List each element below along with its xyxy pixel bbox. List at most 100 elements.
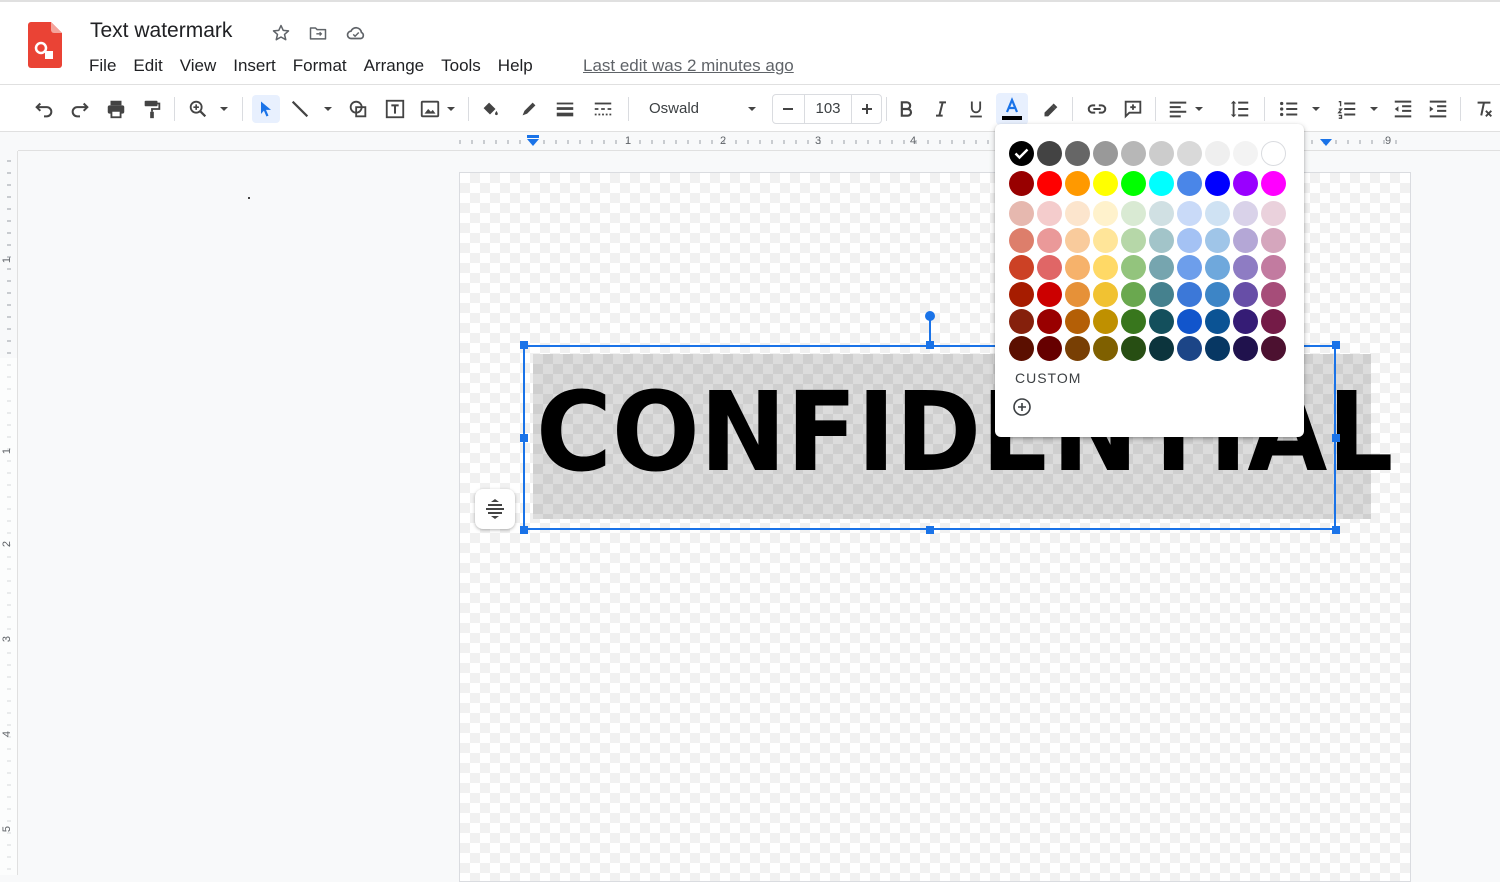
color-swatch[interactable] [1233, 282, 1258, 307]
color-swatch[interactable] [1093, 228, 1118, 253]
add-comment-icon[interactable] [1121, 97, 1145, 121]
highlight-color-icon[interactable] [1038, 97, 1062, 121]
resize-handle[interactable] [520, 434, 528, 442]
redo-icon[interactable] [68, 97, 92, 121]
color-swatch[interactable] [1233, 336, 1258, 361]
color-swatch[interactable] [1233, 201, 1258, 226]
align-icon[interactable] [1166, 97, 1190, 121]
color-swatch[interactable] [1149, 201, 1174, 226]
menu-edit[interactable]: Edit [133, 56, 162, 76]
font-size-input[interactable]: 103 [804, 95, 852, 123]
color-swatch[interactable] [1121, 201, 1146, 226]
color-swatch[interactable] [1037, 228, 1062, 253]
color-swatch[interactable] [1065, 309, 1090, 334]
chevron-down-icon[interactable] [1308, 97, 1324, 121]
color-swatch[interactable] [1093, 309, 1118, 334]
move-folder-icon[interactable] [307, 22, 329, 44]
color-swatch[interactable] [1065, 255, 1090, 280]
insert-image-icon[interactable] [418, 97, 442, 121]
color-swatch[interactable] [1037, 171, 1062, 196]
color-swatch[interactable] [1009, 201, 1034, 226]
color-swatch[interactable] [1009, 228, 1034, 253]
document-title[interactable]: Text watermark [90, 19, 232, 43]
last-edit-link[interactable]: Last edit was 2 minutes ago [583, 56, 794, 76]
clear-formatting-icon[interactable] [1472, 97, 1496, 121]
line-spacing-icon[interactable] [1228, 97, 1252, 121]
color-swatch[interactable] [1149, 309, 1174, 334]
color-swatch[interactable] [1233, 141, 1258, 166]
color-swatch[interactable] [1065, 228, 1090, 253]
color-swatch[interactable] [1261, 309, 1286, 334]
color-swatch[interactable] [1009, 336, 1034, 361]
resize-handle[interactable] [926, 526, 934, 534]
color-swatch[interactable] [1233, 309, 1258, 334]
color-swatch[interactable] [1261, 141, 1286, 166]
border-color-icon[interactable] [517, 97, 541, 121]
color-swatch[interactable] [1261, 282, 1286, 307]
paint-format-icon[interactable] [140, 97, 164, 121]
color-swatch[interactable] [1121, 171, 1146, 196]
rotation-handle[interactable] [925, 311, 935, 321]
color-swatch[interactable] [1037, 336, 1062, 361]
color-swatch[interactable] [1177, 141, 1202, 166]
slides-logo-icon[interactable] [28, 22, 62, 68]
fill-color-icon[interactable] [478, 97, 502, 121]
font-family-select[interactable]: Oswald [640, 95, 766, 123]
color-swatch[interactable] [1233, 171, 1258, 196]
increase-font-size-icon[interactable] [860, 102, 874, 116]
color-swatch[interactable] [1037, 141, 1062, 166]
resize-handle[interactable] [926, 341, 934, 349]
line-tool-icon[interactable] [288, 97, 312, 121]
color-swatch[interactable] [1205, 228, 1230, 253]
color-swatch[interactable] [1093, 201, 1118, 226]
menu-help[interactable]: Help [498, 56, 533, 76]
color-swatch[interactable] [1121, 228, 1146, 253]
color-swatch[interactable] [1149, 171, 1174, 196]
color-swatch[interactable] [1065, 201, 1090, 226]
undo-icon[interactable] [32, 97, 56, 121]
chevron-down-icon[interactable] [216, 97, 232, 121]
insert-link-icon[interactable] [1085, 97, 1109, 121]
color-swatch[interactable] [1177, 255, 1202, 280]
menu-view[interactable]: View [180, 56, 217, 76]
color-swatch[interactable] [1205, 336, 1230, 361]
color-swatch[interactable] [1121, 336, 1146, 361]
decrease-indent-icon[interactable] [1391, 97, 1415, 121]
italic-icon[interactable] [929, 97, 953, 121]
color-swatch[interactable] [1205, 141, 1230, 166]
increase-indent-icon[interactable] [1426, 97, 1450, 121]
color-swatch[interactable] [1177, 201, 1202, 226]
color-swatch[interactable] [1093, 141, 1118, 166]
border-dash-icon[interactable] [591, 97, 615, 121]
color-swatch[interactable] [1261, 255, 1286, 280]
color-swatch[interactable] [1177, 309, 1202, 334]
chevron-down-icon[interactable] [443, 97, 459, 121]
color-swatch[interactable] [1149, 255, 1174, 280]
color-swatch[interactable] [1065, 141, 1090, 166]
color-swatch[interactable] [1261, 336, 1286, 361]
underline-icon[interactable] [964, 97, 988, 121]
color-swatch[interactable] [1177, 228, 1202, 253]
menu-insert[interactable]: Insert [233, 56, 276, 76]
color-swatch[interactable] [1205, 309, 1230, 334]
color-swatch[interactable] [1009, 282, 1034, 307]
text-box-icon[interactable] [383, 97, 407, 121]
color-swatch[interactable] [1205, 255, 1230, 280]
star-icon[interactable] [270, 22, 292, 44]
menu-arrange[interactable]: Arrange [364, 56, 424, 76]
chevron-down-icon[interactable] [1366, 97, 1382, 121]
color-swatch[interactable] [1009, 309, 1034, 334]
text-color-icon[interactable] [996, 93, 1028, 125]
color-swatch[interactable] [1149, 336, 1174, 361]
color-swatch[interactable] [1093, 255, 1118, 280]
color-swatch[interactable] [1261, 201, 1286, 226]
cloud-saved-icon[interactable] [345, 22, 367, 44]
color-swatch[interactable] [1149, 141, 1174, 166]
color-swatch[interactable] [1009, 255, 1034, 280]
resize-handle[interactable] [1332, 341, 1340, 349]
color-swatch[interactable] [1037, 201, 1062, 226]
vertical-align-button[interactable] [475, 489, 515, 529]
color-swatch[interactable] [1233, 255, 1258, 280]
menu-format[interactable]: Format [293, 56, 347, 76]
color-swatch[interactable] [1093, 171, 1118, 196]
